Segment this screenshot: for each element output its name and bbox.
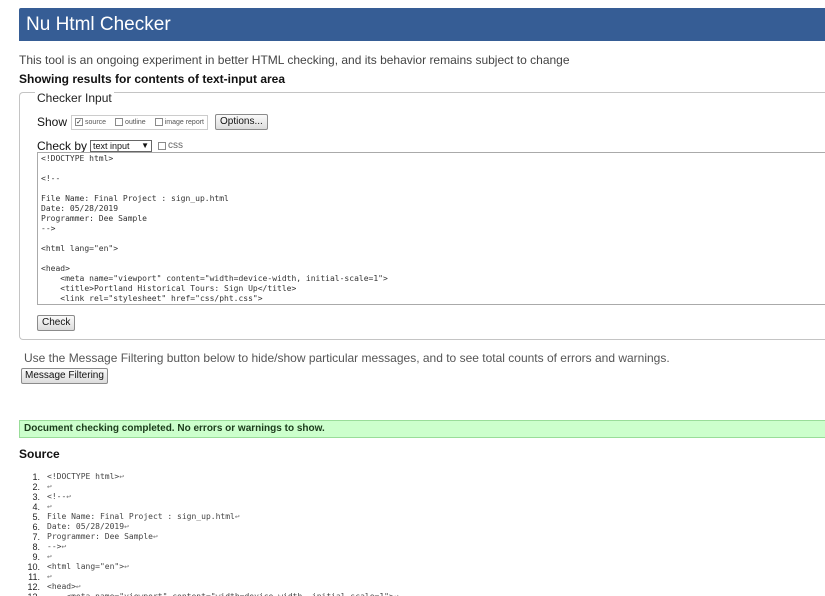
source-line-code: -->↩ bbox=[47, 542, 66, 552]
source-line-number: 1. bbox=[32, 472, 40, 482]
return-icon: ↩ bbox=[394, 592, 399, 596]
source-line-text: --> bbox=[47, 542, 62, 551]
dropdown-arrow-icon: ▼ bbox=[141, 141, 150, 150]
source-checkbox[interactable]: ✓ bbox=[75, 118, 84, 126]
source-line: 10. <html lang="en">↩ bbox=[19, 562, 825, 572]
source-line-code: ↩ bbox=[47, 502, 52, 512]
source-line-number: 7. bbox=[32, 532, 40, 542]
source-line: 13. <meta name="viewport" content="width… bbox=[19, 592, 825, 596]
return-icon: ↩ bbox=[61, 542, 67, 551]
checker-input-legend: Checker Input bbox=[35, 91, 114, 105]
return-icon: ↩ bbox=[66, 492, 72, 501]
source-textarea[interactable]: <!DOCTYPE html> <!-- File Name: Final Pr… bbox=[37, 152, 825, 305]
results-heading: Showing results for contents of text-inp… bbox=[19, 72, 286, 86]
return-icon: ↩ bbox=[47, 502, 52, 511]
source-line-text: Programmer: Dee Sample bbox=[47, 532, 153, 541]
source-line-code: ↩ bbox=[47, 482, 52, 492]
source-line-number: 8. bbox=[32, 542, 40, 552]
source-line-text: <!-- bbox=[47, 492, 67, 501]
source-line-code: ↩ bbox=[47, 552, 52, 562]
show-row: Show ✓ source outline image report Optio… bbox=[37, 114, 268, 130]
status-message: Document checking completed. No errors o… bbox=[19, 420, 825, 438]
return-icon: ↩ bbox=[124, 562, 129, 571]
source-line: 11. ↩ bbox=[19, 572, 825, 582]
source-line-number: 13. bbox=[19, 592, 40, 596]
return-icon: ↩ bbox=[124, 522, 129, 531]
source-line-code: File Name: Final Project : sign_up.html↩ bbox=[47, 512, 240, 522]
source-line-number: 6. bbox=[32, 522, 40, 532]
app-title: Nu Html Checker bbox=[26, 14, 171, 35]
return-icon: ↩ bbox=[47, 482, 52, 491]
source-line-code: Programmer: Dee Sample↩ bbox=[47, 532, 158, 542]
source-line: 8. -->↩ bbox=[19, 542, 825, 552]
css-checkbox[interactable] bbox=[158, 141, 167, 150]
source-line-number: 4. bbox=[32, 502, 40, 512]
return-icon: ↩ bbox=[234, 512, 240, 521]
page-header: Nu Html Checker bbox=[19, 8, 825, 41]
check-button[interactable]: Check bbox=[37, 315, 76, 331]
intro-text: This tool is an ongoing experiment in be… bbox=[19, 53, 570, 67]
show-options-group: ✓ source outline image report bbox=[71, 114, 208, 130]
source-line: 12. <head>↩ bbox=[19, 582, 825, 592]
source-line-text: File Name: Final Project : sign_up.html bbox=[47, 512, 235, 521]
return-icon: ↩ bbox=[75, 582, 81, 591]
css-checkbox-label: css bbox=[168, 140, 184, 151]
source-line-code: <meta name="viewport" content="width=dev… bbox=[47, 592, 399, 596]
image-report-checkbox-label: image report bbox=[164, 118, 204, 126]
check-by-select[interactable]: text input ▼ bbox=[90, 139, 153, 152]
image-report-checkbox[interactable] bbox=[154, 118, 163, 126]
message-filtering-info: Use the Message Filtering button below t… bbox=[24, 351, 670, 365]
source-line: 4. ↩ bbox=[19, 502, 825, 512]
show-label: Show bbox=[37, 115, 68, 129]
source-line-code: <html lang="en">↩ bbox=[47, 562, 129, 572]
source-line: 2. ↩ bbox=[19, 482, 825, 492]
show-option-source[interactable]: ✓ source bbox=[75, 118, 106, 126]
source-line-number: 2. bbox=[32, 482, 40, 492]
source-line-number: 10. bbox=[27, 562, 40, 572]
source-line: 7. Programmer: Dee Sample↩ bbox=[19, 532, 825, 542]
source-line-number: 3. bbox=[32, 492, 40, 502]
return-icon: ↩ bbox=[47, 552, 52, 561]
message-filtering-button[interactable]: Message Filtering bbox=[21, 368, 108, 384]
source-line-text: <head> bbox=[47, 582, 76, 591]
source-listing: 1. <!DOCTYPE html>↩ 2. ↩ 3. <!--↩ 4. ↩ 5. File Na… bbox=[19, 472, 825, 596]
source-line-code: Date: 05/28/2019↩ bbox=[47, 522, 129, 532]
return-icon: ↩ bbox=[47, 572, 52, 581]
return-icon: ↩ bbox=[119, 472, 125, 481]
source-heading: Source bbox=[19, 447, 60, 461]
source-line: 5. File Name: Final Project : sign_up.htm… bbox=[19, 512, 825, 522]
source-line-code: ↩ bbox=[47, 572, 52, 582]
source-line-number: 11. bbox=[28, 572, 40, 582]
check-by-label: Check by bbox=[37, 138, 88, 153]
source-line: 6. Date: 05/28/2019↩ bbox=[19, 522, 825, 532]
source-line-text: <html lang="en"> bbox=[47, 562, 125, 571]
source-line-code: <head>↩ bbox=[47, 582, 81, 592]
source-checkbox-label: source bbox=[85, 118, 107, 126]
source-line-code: <!--↩ bbox=[47, 492, 71, 502]
source-line: 9. ↩ bbox=[19, 552, 825, 562]
return-icon: ↩ bbox=[152, 532, 158, 541]
css-option[interactable]: css bbox=[158, 140, 183, 151]
source-line-text: <meta name="viewport" content="width=dev… bbox=[47, 592, 394, 596]
source-line-number: 5. bbox=[32, 512, 40, 522]
outline-checkbox[interactable] bbox=[115, 118, 124, 126]
show-option-outline[interactable]: outline bbox=[115, 118, 146, 126]
source-line-number: 12. bbox=[27, 582, 40, 592]
options-button[interactable]: Options... bbox=[214, 114, 268, 130]
show-option-image-report[interactable]: image report bbox=[154, 118, 204, 126]
source-line-number: 9. bbox=[32, 552, 40, 562]
source-line: 1. <!DOCTYPE html>↩ bbox=[19, 472, 825, 482]
outline-checkbox-label: outline bbox=[125, 118, 146, 126]
source-line-code: <!DOCTYPE html>↩ bbox=[47, 472, 124, 482]
check-by-value: text input bbox=[93, 140, 130, 151]
source-line-text: <!DOCTYPE html> bbox=[47, 472, 120, 481]
check-by-row: Check by text input ▼ css bbox=[37, 138, 183, 153]
source-line: 3. <!--↩ bbox=[19, 492, 825, 502]
source-line-text: Date: 05/28/2019 bbox=[47, 522, 125, 531]
